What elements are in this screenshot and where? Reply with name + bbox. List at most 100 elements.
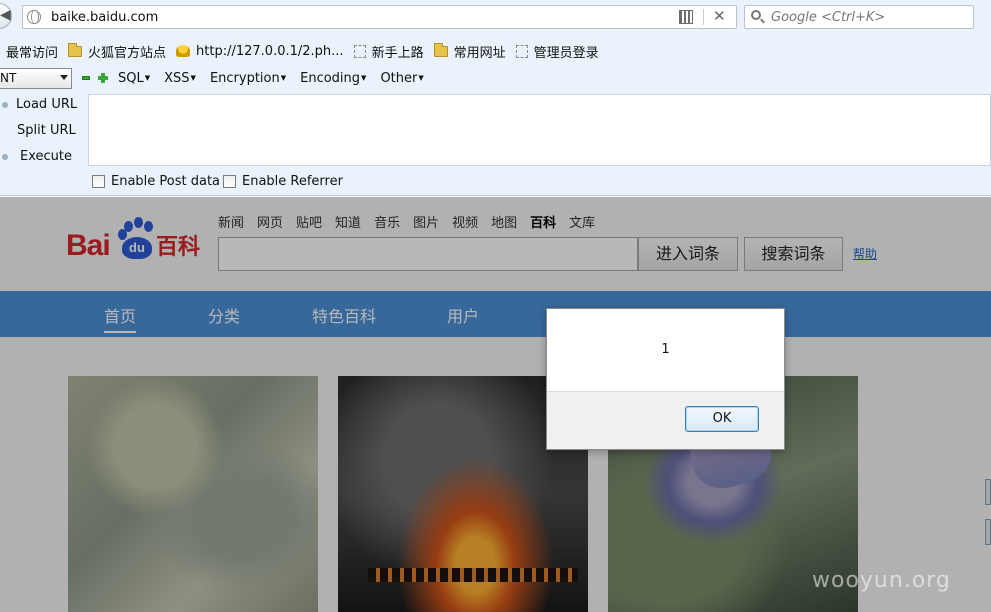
bookmark-label: http://127.0.0.1/2.ph... [196, 43, 344, 59]
enter-entry-button[interactable]: 进入词条 [638, 237, 738, 271]
nav-link-images[interactable]: 图片 [413, 212, 439, 231]
close-icon[interactable]: ✕ [713, 7, 726, 25]
action-label: Split URL [17, 123, 76, 138]
product-nav: 新闻 网页 贴吧 知道 音乐 图片 视频 地图 百科 文库 [218, 212, 608, 231]
logo-text-du: du [122, 237, 152, 259]
nav-link-zhidao[interactable]: 知道 [335, 212, 361, 231]
tab-categories[interactable]: 分类 [208, 303, 240, 327]
baike-search-input[interactable] [218, 237, 638, 271]
checkbox-box[interactable] [223, 175, 236, 188]
tab-home[interactable]: 首页 [104, 303, 137, 333]
action-label: Load URL [16, 97, 78, 112]
checkbox-box[interactable] [92, 175, 105, 188]
menu-label: XSS [164, 70, 190, 86]
execute-icon [2, 154, 8, 160]
nav-link-music[interactable]: 音乐 [374, 212, 400, 231]
nav-link-web[interactable]: 网页 [257, 212, 283, 231]
menu-encoding[interactable]: Encoding▼ [300, 71, 366, 86]
alert-dialog: 1 OK [546, 308, 785, 450]
paw-toe [134, 217, 143, 228]
baidu-baike-logo[interactable]: Bai du 百科 [66, 217, 206, 267]
bookmark-label: 管理员登录 [533, 45, 599, 61]
paw-toe [118, 229, 127, 240]
checkbox-label: Enable Referrer [242, 174, 343, 189]
bookmark-label: 常用网址 [453, 45, 506, 61]
ok-button[interactable]: OK [685, 406, 759, 432]
bookmark-favicon-icon [176, 45, 191, 57]
search-icon [751, 10, 761, 20]
bookmark-common-urls[interactable]: 常用网址 [433, 42, 506, 61]
address-divider [703, 9, 704, 25]
address-text[interactable]: baike.baidu.com [51, 10, 158, 25]
folder-icon [433, 42, 448, 57]
side-widget-tab[interactable] [985, 479, 991, 505]
side-widget-tab[interactable] [985, 519, 991, 545]
nav-link-baike[interactable]: 百科 [530, 212, 556, 231]
menu-label: Encryption [209, 70, 280, 86]
menu-other[interactable]: Other▼ [380, 71, 423, 86]
plus-icon[interactable] [98, 73, 108, 83]
nav-link-wenku[interactable]: 文库 [569, 212, 595, 231]
burning-building [368, 568, 578, 582]
bookmark-firefox-site[interactable]: 火狐官方站点 [68, 42, 166, 61]
tab-featured[interactable]: 特色百科 [312, 303, 376, 327]
nav-link-news[interactable]: 新闻 [218, 212, 244, 231]
caret-down-icon: ▼ [144, 74, 151, 82]
page-icon [515, 44, 528, 58]
watermark: wooyun.org [812, 568, 951, 593]
select-value: NT [0, 70, 17, 85]
browser-chrome: ◀ baike.baidu.com ✕ Google <Ctrl+K> 最常访问… [0, 0, 991, 196]
action-label: Execute [20, 149, 72, 164]
hackbar-url-textarea[interactable] [88, 94, 991, 166]
hackbar-select[interactable]: NT [0, 67, 72, 89]
globe-icon [27, 10, 41, 24]
logo-text-baike: 百科 [156, 235, 201, 260]
tab-users[interactable]: 用户 [447, 303, 479, 327]
qr-code-icon[interactable] [679, 10, 693, 24]
caret-down-icon: ▼ [280, 74, 287, 82]
menu-xss[interactable]: XSS▼ [164, 71, 196, 86]
back-arrow-icon: ◀ [0, 7, 11, 23]
address-bar[interactable]: baike.baidu.com ✕ [22, 5, 737, 29]
menu-label: SQL [118, 70, 144, 86]
page-icon [353, 44, 366, 58]
split-url-button[interactable]: Split URL [17, 123, 76, 138]
bookmark-admin-login[interactable]: 管理员登录 [515, 42, 599, 61]
address-host: baike.baidu.com [51, 10, 159, 25]
load-url-button[interactable]: Load URL [2, 97, 78, 112]
bookmark-label: 新手上路 [371, 45, 424, 61]
nav-link-video[interactable]: 视频 [452, 212, 478, 231]
execute-button[interactable]: Execute [2, 149, 72, 164]
logo-text-bai: Bai [66, 229, 111, 262]
back-button[interactable]: ◀ [0, 3, 12, 29]
caret-down-icon: ▼ [361, 74, 367, 82]
nav-link-tieba[interactable]: 贴吧 [296, 212, 322, 231]
search-bar[interactable]: Google <Ctrl+K> [744, 5, 974, 29]
search-placeholder: Google <Ctrl+K> [771, 10, 886, 25]
bookmark-label: 火狐官方站点 [88, 45, 167, 61]
paw-toe [144, 221, 153, 232]
checkbox-label: Enable Post data [111, 174, 221, 189]
caret-down-icon: ▼ [190, 74, 196, 82]
bookmark-localhost[interactable]: http://127.0.0.1/2.ph... [176, 44, 344, 59]
menu-label: Other [380, 70, 418, 86]
hackbar-toolbar: NT SQL▼ XSS▼ Encryption▼ Encoding▼ Other… [0, 66, 424, 90]
menu-encryption[interactable]: Encryption▼ [210, 71, 286, 86]
menu-sql[interactable]: SQL▼ [118, 71, 150, 86]
chevron-down-icon [60, 74, 68, 80]
alert-message: 1 [661, 342, 670, 357]
main-nav-bar: 首页 分类 特色百科 用户 [0, 291, 991, 337]
help-link[interactable]: 帮助 [853, 245, 877, 262]
search-entry-button[interactable]: 搜索词条 [744, 237, 843, 271]
bookmark-label: 最常访问 [6, 45, 59, 61]
feature-image-satellite[interactable] [68, 376, 318, 612]
nav-link-map[interactable]: 地图 [491, 212, 517, 231]
bookmark-most-visited[interactable]: 最常访问 [6, 42, 58, 61]
load-url-icon [2, 102, 8, 108]
enable-referrer-checkbox[interactable]: Enable Referrer [223, 174, 343, 189]
minus-icon[interactable] [82, 76, 90, 80]
caret-down-icon: ▼ [418, 74, 424, 82]
enable-post-data-checkbox[interactable]: Enable Post data [92, 174, 220, 189]
bookmark-getting-started[interactable]: 新手上路 [353, 42, 424, 61]
folder-icon [68, 42, 83, 57]
